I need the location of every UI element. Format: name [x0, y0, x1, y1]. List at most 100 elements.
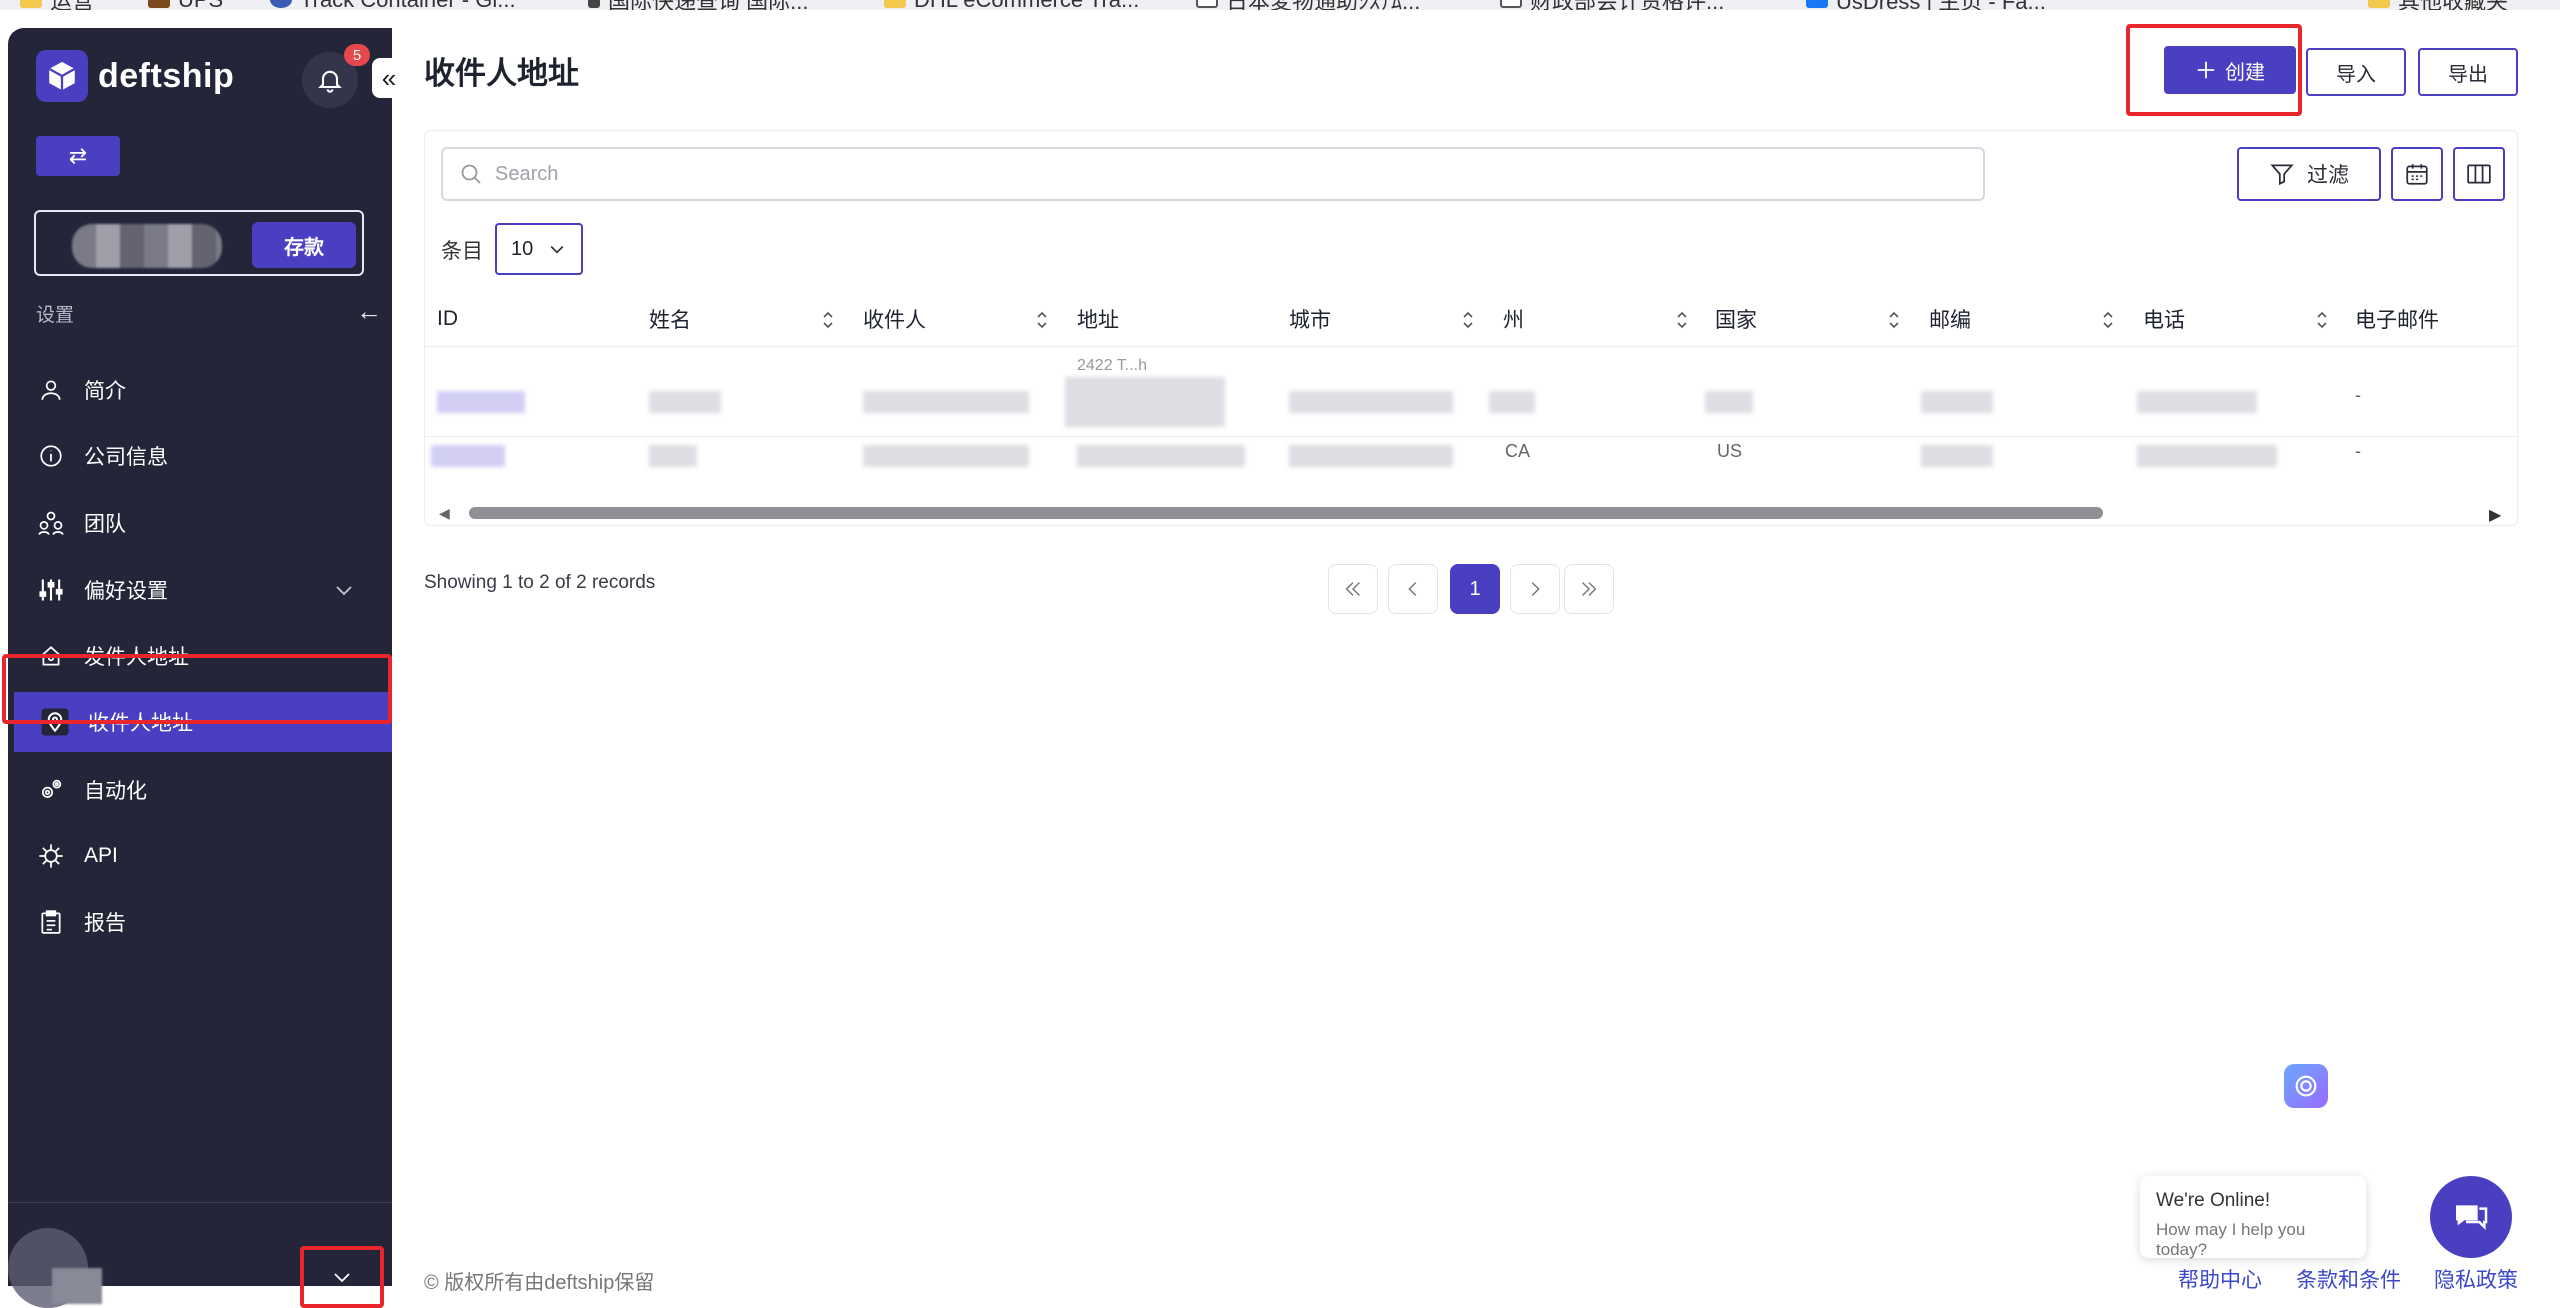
column-header-state[interactable]: 州: [1503, 291, 1703, 347]
bookmark-item[interactable]: 日本変物通助ｼｽﾃﾑ...: [1196, 0, 1420, 10]
switch-account-button[interactable]: ⇄: [36, 136, 120, 176]
sidebar-item-team[interactable]: 团队: [8, 493, 392, 553]
scrollbar-thumb[interactable]: [469, 507, 2103, 519]
export-button[interactable]: 导出: [2418, 48, 2518, 96]
create-button[interactable]: 创建: [2164, 46, 2296, 94]
gears-icon: [36, 775, 66, 805]
search-input[interactable]: [495, 162, 1895, 186]
chevron-left-icon: [1408, 582, 1417, 596]
funnel-icon: [2270, 164, 2294, 186]
bookmark-item[interactable]: 财政部会计资格评...: [1500, 0, 1724, 10]
bell-icon: [318, 70, 342, 93]
brand-logo[interactable]: deftship: [36, 50, 234, 102]
collapse-sidebar-button[interactable]: «: [372, 58, 406, 98]
sidebar-item-automation[interactable]: 自动化: [8, 760, 392, 820]
sidebar-item-label: 自动化: [84, 780, 147, 803]
cell-address-redacted: [1065, 377, 1225, 427]
chat-icon: [2456, 1205, 2488, 1231]
cell-recipient-redacted: [863, 445, 1029, 467]
home-pin-icon: [36, 641, 66, 671]
column-header-recipient[interactable]: 收件人: [863, 291, 1063, 347]
first-page-button[interactable]: [1328, 564, 1378, 614]
page-number-button[interactable]: 1: [1450, 564, 1500, 614]
sidebar-item-recipient-address[interactable]: 收件人地址: [14, 692, 392, 752]
cell-state-redacted: [1489, 391, 1535, 413]
map-pin-icon: [40, 707, 70, 737]
bookmark-item[interactable]: Track Container - Gl...: [270, 0, 516, 10]
bookmark-item[interactable]: DHL eCommerce Tra...: [884, 0, 1139, 10]
folder-icon: [20, 0, 42, 8]
sort-icon: [2315, 311, 2329, 329]
sidebar-item-label: API: [84, 844, 118, 867]
bookmark-item[interactable]: 其他收藏夹: [2368, 0, 2508, 10]
last-page-button[interactable]: [1564, 564, 1614, 614]
scroll-right-icon[interactable]: ▶: [2489, 505, 2501, 525]
sidebar-item-preferences[interactable]: 偏好设置: [8, 560, 392, 620]
cell-address: 2422 T...h: [1077, 357, 1147, 374]
live-chat-button[interactable]: [2430, 1176, 2512, 1258]
sidebar-item-api[interactable]: API: [8, 826, 392, 886]
bookmark-item[interactable]: UsDress | 主页 - Fa...: [1806, 0, 2046, 10]
column-header-country[interactable]: 国家: [1715, 291, 1915, 347]
cell-id-redacted[interactable]: [431, 445, 505, 467]
chevron-right-icon: [1531, 582, 1540, 596]
table-row[interactable]: 2422 T...h -: [425, 347, 2517, 437]
privacy-policy-link[interactable]: 隐私政策: [2434, 1264, 2518, 1294]
filter-button[interactable]: 过滤: [2237, 147, 2381, 201]
balance-value-redacted: [72, 224, 222, 268]
user-menu-toggle[interactable]: [300, 1246, 384, 1308]
sidebar-item-label: 收件人地址: [88, 712, 193, 735]
ups-icon: [148, 0, 170, 8]
entries-label: 条目: [441, 240, 483, 263]
bookmark-item[interactable]: 运营: [20, 0, 94, 10]
horizontal-scrollbar[interactable]: ◀ ▶: [425, 501, 2517, 525]
deposit-button[interactable]: 存款: [252, 222, 356, 268]
column-header-phone[interactable]: 电话: [2143, 291, 2343, 347]
column-header-address[interactable]: 地址: [1077, 291, 1119, 347]
globe-icon: [270, 0, 292, 8]
bookmark-item[interactable]: 国际快递查询 国际...: [588, 0, 808, 10]
table-header: ID 姓名 收件人 地址 城市 州 国家 邮编 电话 电子邮件: [425, 291, 2517, 347]
import-button[interactable]: 导入: [2306, 48, 2406, 96]
date-range-button[interactable]: [2391, 147, 2443, 201]
chevron-down-icon: [332, 578, 356, 602]
cell-name-redacted: [649, 445, 697, 467]
chat-greeting-bubble[interactable]: We're Online! How may I help you today?: [2140, 1176, 2366, 1259]
cube-logo-icon: [36, 50, 88, 102]
sort-icon: [1887, 311, 1901, 329]
cell-phone-redacted: [2137, 445, 2277, 467]
copyright-text: © 版权所有由deftship保留: [424, 1272, 655, 1294]
sort-icon: [1035, 311, 1049, 329]
sidebar-item-sender-address[interactable]: 发件人地址: [8, 626, 392, 686]
back-arrow-icon[interactable]: ←: [356, 296, 382, 327]
bookmark-item[interactable]: UPS: [148, 0, 223, 10]
columns-toggle-button[interactable]: [2453, 147, 2505, 201]
entries-per-page-select[interactable]: 10: [495, 223, 583, 275]
column-header-city[interactable]: 城市: [1289, 291, 1489, 347]
plus-icon: [2197, 61, 2215, 79]
sidebar-item-label: 团队: [84, 513, 126, 536]
column-header-id[interactable]: ID: [437, 291, 458, 347]
search-box[interactable]: [441, 147, 1985, 201]
doc-icon: [1500, 0, 1522, 8]
scroll-left-icon[interactable]: ◀: [439, 505, 450, 522]
sidebar-item-company-info[interactable]: 公司信息: [8, 426, 392, 486]
double-chevron-left-icon: [1345, 582, 1360, 596]
swap-icon: ⇄: [68, 143, 88, 168]
table-row[interactable]: CA US -: [425, 437, 2517, 497]
column-header-name[interactable]: 姓名: [649, 291, 849, 347]
sidebar-item-profile[interactable]: 简介: [8, 360, 392, 420]
cell-city-redacted: [1289, 445, 1453, 467]
api-icon: [36, 841, 66, 871]
cell-postal-redacted: [1921, 391, 1993, 413]
cell-id-redacted[interactable]: [437, 391, 525, 413]
sliders-icon: [36, 575, 66, 605]
sidebar-item-reports[interactable]: 报告: [8, 892, 392, 952]
previous-page-button[interactable]: [1388, 564, 1438, 614]
ai-assistant-button[interactable]: [2284, 1064, 2328, 1108]
column-header-postal-code[interactable]: 邮编: [1929, 291, 2129, 347]
help-center-link[interactable]: 帮助中心: [2178, 1264, 2262, 1294]
terms-link[interactable]: 条款和条件: [2296, 1264, 2401, 1294]
next-page-button[interactable]: [1510, 564, 1560, 614]
column-header-email[interactable]: 电子邮件: [2355, 291, 2439, 347]
